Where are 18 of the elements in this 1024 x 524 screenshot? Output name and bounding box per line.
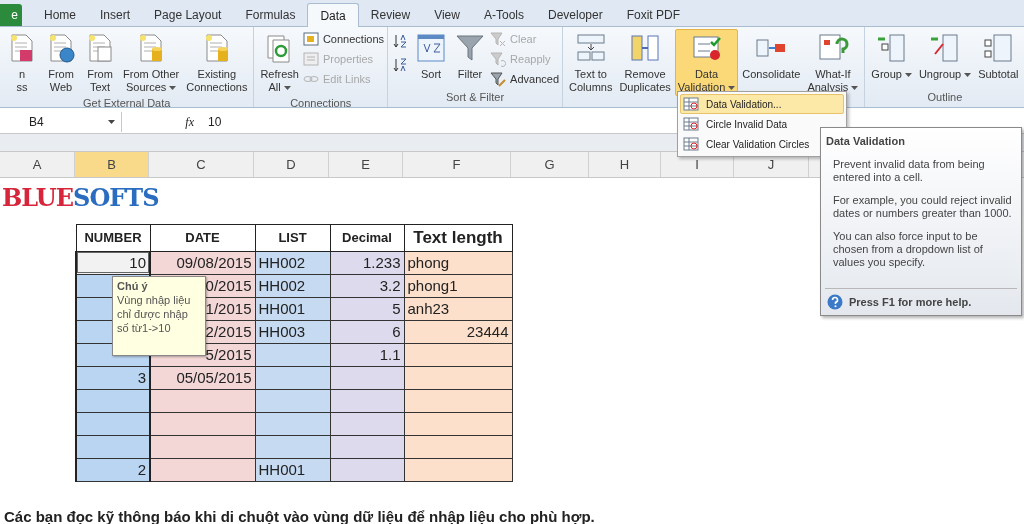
comment-text: Vùng nhập liệu chỉ được nhập số từ1->10 [117, 293, 192, 335]
tooltip-text: You can also force input to be chosen from a dropdown list of values you specify. [833, 229, 984, 269]
logo: BLUESOFTS [2, 183, 159, 212]
group-label: Connections [290, 96, 352, 107]
column-heading: NUMBER [76, 224, 150, 251]
help-text: Press F1 for more help. [849, 294, 972, 310]
group-label: Outline [927, 90, 963, 104]
column-heading: Decimal [330, 224, 404, 251]
tooltip-text: Prevent invalid data from being entered into a cell. [833, 157, 986, 184]
tooltip-text: For example, you could reject invalid dates or numbers greater than 1000. [833, 193, 1013, 220]
instruction-text: Các bạn đọc kỹ thông báo khi di chuột vào vùng dữ liệu để nhập liệu cho phù hợp. [3, 506, 596, 524]
column-heading: LIST [255, 224, 330, 251]
tooltip-title: Data Validation [825, 134, 906, 149]
column-heading: Text length [404, 224, 512, 251]
column-heading: DATE [150, 224, 255, 251]
group-label: Sort & Filter [446, 90, 505, 104]
comment-title: Chú ý [117, 280, 149, 293]
group-label: Get External Data [82, 96, 171, 107]
